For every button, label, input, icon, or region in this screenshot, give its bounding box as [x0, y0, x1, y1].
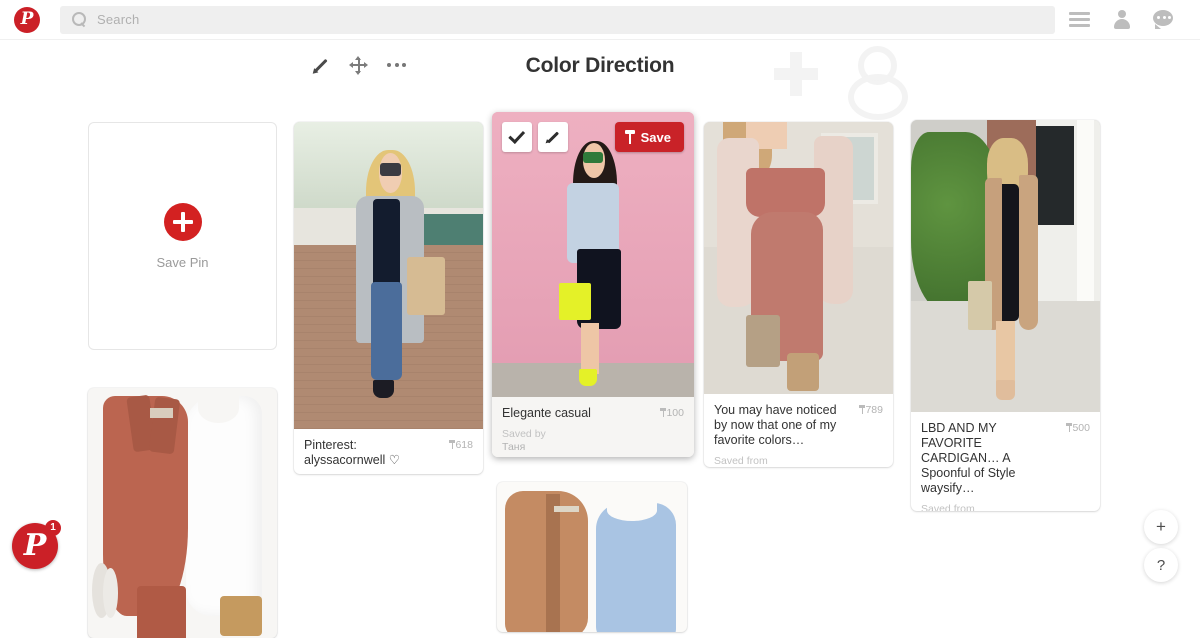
pin-image[interactable] [704, 122, 893, 394]
pin-image[interactable] [294, 122, 483, 429]
pin-title[interactable]: Pinterest: alyssacornwell ♡ [304, 438, 436, 468]
top-navigation-bar: P Search [0, 0, 1200, 40]
floating-logo-glyph: P [23, 528, 47, 563]
pin-save-count-value: 500 [1072, 422, 1090, 434]
save-pin-label: Save Pin [156, 254, 209, 270]
check-icon [507, 126, 525, 144]
help-button[interactable]: ? [1144, 548, 1178, 582]
pin-card[interactable]: You may have noticed by now that one of … [704, 122, 893, 467]
floating-pinterest-logo-button[interactable]: P 1 [12, 520, 61, 569]
save-button[interactable]: Save [614, 122, 684, 152]
pin-image[interactable] [497, 482, 687, 632]
hamburger-menu-icon[interactable] [1069, 12, 1090, 27]
pin-meta: Elegante casual 100 Saved by Таня [492, 397, 694, 457]
messages-icon[interactable] [1153, 10, 1174, 29]
pin-title[interactable]: Elegante casual [502, 406, 634, 421]
pin-icon [660, 408, 667, 417]
plus-circle-icon [163, 202, 202, 241]
pin-credit-source[interactable]: Таня [502, 441, 525, 453]
pin-save-count-value: 618 [455, 439, 473, 451]
pin-image[interactable]: Save [492, 112, 694, 397]
pin-title[interactable]: You may have noticed by now that one of … [714, 403, 846, 448]
profile-icon[interactable] [1112, 10, 1131, 29]
pin-card[interactable]: LBD AND MY FAVORITE CARDIGAN… A Spoonful… [911, 120, 1100, 511]
pin-icon [624, 130, 635, 144]
pin-meta: LBD AND MY FAVORITE CARDIGAN… A Spoonful… [911, 412, 1100, 511]
pin-grid: Save Pin Pinterest: alyssacornwell ♡ 618… [0, 0, 1200, 638]
pencil-icon [545, 129, 561, 145]
pin-save-count: 500 [1066, 422, 1090, 434]
header-icon-group [1069, 10, 1174, 29]
pin-save-count-value: 100 [666, 407, 684, 419]
pin-card-hovered[interactable]: Save Elegante casual 100 Saved by Таня [492, 112, 694, 457]
pin-meta: You may have noticed by now that one of … [704, 394, 893, 467]
search-input[interactable]: Search [60, 5, 1055, 34]
plus-icon: + [1156, 517, 1166, 536]
pin-save-count: 100 [660, 407, 684, 419]
pin-image[interactable] [88, 388, 277, 638]
search-icon [72, 12, 87, 27]
save-pin-placeholder-card[interactable]: Save Pin [88, 122, 277, 350]
notification-badge: 1 [45, 520, 61, 536]
pin-card[interactable] [497, 482, 687, 632]
pin-overlay-actions [502, 122, 568, 152]
pin-icon [859, 405, 866, 414]
pin-save-count-value: 789 [865, 404, 883, 416]
pin-credit: Saved from cellajane.com [714, 455, 883, 467]
pin-card[interactable] [88, 388, 277, 638]
save-button-label: Save [640, 129, 671, 145]
search-placeholder: Search [97, 12, 140, 27]
pin-credit: Saved by Таня [502, 428, 684, 454]
pin-save-count: 789 [859, 404, 883, 416]
pin-save-count: 618 [449, 439, 473, 451]
add-pin-button[interactable]: + [1144, 510, 1178, 544]
pin-credit-prefix: Saved by [502, 428, 546, 440]
edit-pin-button[interactable] [538, 122, 568, 152]
question-mark-icon: ? [1156, 556, 1166, 574]
pin-credit-prefix: Saved from [921, 503, 975, 511]
pin-title[interactable]: LBD AND MY FAVORITE CARDIGAN… A Spoonful… [921, 421, 1053, 496]
pin-icon [1066, 423, 1073, 432]
pin-credit-prefix: Saved from [714, 455, 768, 467]
pin-credit: Saved from aspoonfulofstyle.com [921, 503, 1090, 511]
pin-meta: Pinterest: alyssacornwell ♡ 618 Saved fr… [294, 429, 483, 474]
pin-image[interactable] [911, 120, 1100, 412]
pin-icon [449, 440, 456, 449]
pin-card[interactable]: Pinterest: alyssacornwell ♡ 618 Saved fr… [294, 122, 483, 474]
select-pin-button[interactable] [502, 122, 532, 152]
pinterest-logo-icon[interactable]: P [14, 6, 40, 33]
